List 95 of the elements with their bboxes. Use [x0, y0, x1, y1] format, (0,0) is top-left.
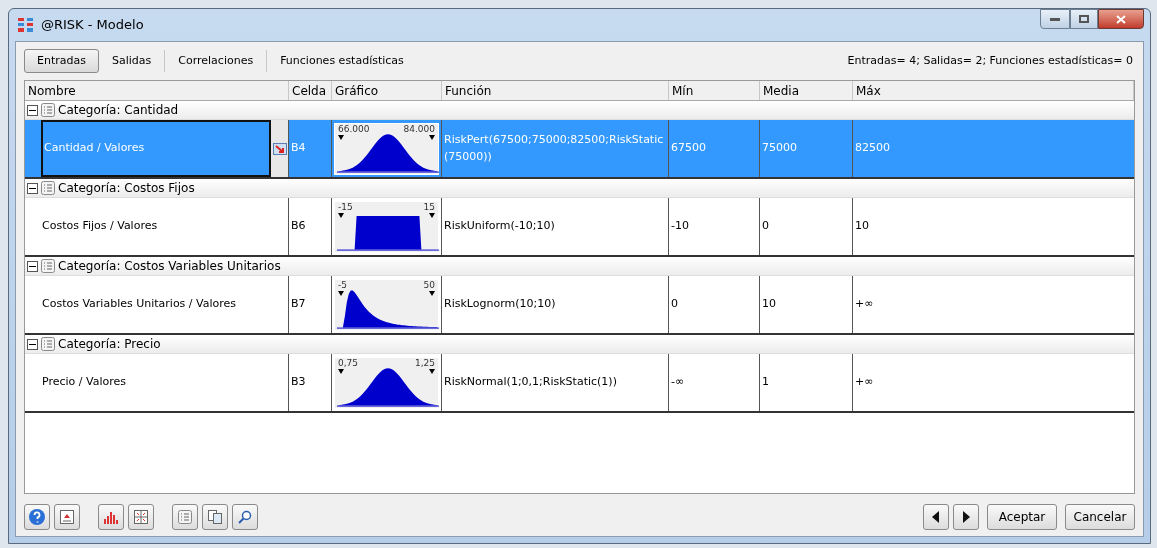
window-button[interactable] [54, 504, 80, 530]
left-triangle-icon [932, 511, 940, 523]
table-cell: RiskUniform(-10;10) [442, 198, 669, 255]
search-icon [238, 510, 252, 524]
dialog-button[interactable]: Aceptar [987, 504, 1057, 530]
category-label: Categoría: Costos Variables Unitarios [58, 258, 281, 275]
right-marker-icon[interactable] [429, 290, 435, 296]
right-marker-icon[interactable] [429, 368, 435, 374]
table-cell: 10 [760, 276, 853, 333]
column-header[interactable]: Gráfico [332, 81, 442, 100]
column-header[interactable]: Celda [289, 81, 332, 100]
table-cell-text: 82500 [854, 140, 891, 157]
column-header[interactable]: Máx [853, 81, 1134, 100]
maximize-button[interactable] [1070, 9, 1098, 29]
tab[interactable]: Entradas [24, 49, 99, 73]
table-cell: 67500 [669, 120, 760, 177]
column-header[interactable]: Función [442, 81, 669, 100]
table-cell-text: Costos Variables Unitarios / Valores [41, 296, 238, 313]
list-icon [41, 259, 55, 273]
search-button[interactable] [232, 504, 258, 530]
help-icon [28, 508, 46, 526]
table-cell-text: +∞ [854, 296, 875, 313]
previous-button[interactable] [923, 504, 949, 530]
tab[interactable]: Funciones estadísticas [267, 49, 417, 73]
table-cell-text: Precio / Valores [41, 374, 127, 391]
close-icon [1116, 14, 1126, 24]
table-cell: 1 [760, 354, 853, 411]
table-cell: 75000 [760, 120, 853, 177]
table-cell-text: 10 [854, 218, 870, 235]
collapse-toggle[interactable] [27, 338, 38, 350]
category-label: Categoría: Cantidad [58, 102, 179, 119]
right-triangle-icon [962, 511, 970, 523]
help-button[interactable] [24, 504, 50, 530]
range-max-label: 15 [423, 201, 435, 212]
tab[interactable]: Correlaciones [165, 49, 267, 73]
left-marker-icon[interactable] [338, 212, 344, 218]
list-icon [178, 510, 192, 524]
window-title: @RISK - Modelo [41, 16, 144, 35]
cell-link-icon[interactable] [272, 142, 287, 155]
list-icon [41, 181, 55, 195]
range-max-label: 50 [423, 279, 435, 290]
app-logo-icon [17, 16, 35, 34]
table-cell: B7 [289, 276, 332, 333]
table-cell: 0 [760, 198, 853, 255]
table-cell: Cantidad / Valores [41, 120, 271, 177]
model-summary: Entradas= 4; Salidas= 2; Funciones estadísticas= 0 [847, 52, 1134, 69]
range-min-label: -15 [338, 201, 353, 212]
dialog-button[interactable]: Cancelar [1065, 504, 1135, 530]
left-marker-icon[interactable] [338, 368, 344, 374]
table-cell: 0 [669, 276, 760, 333]
bar-chart-icon [103, 510, 119, 524]
left-marker-icon[interactable] [338, 290, 344, 296]
table-cell: RiskLognorm(10;10) [442, 276, 669, 333]
table-cell: -∞ [669, 354, 760, 411]
table-cell: B6 [289, 198, 332, 255]
table-row[interactable]: Precio / Valores B3 0,75 1,25 RiskNormal(1;0,1;RiskStatic(1)) -∞ 1 +∞ [25, 354, 1134, 413]
list-button[interactable] [172, 504, 198, 530]
category-label: Categoría: Costos Fijos [58, 180, 195, 197]
table-cell: -10 [669, 198, 760, 255]
list-icon [41, 337, 55, 351]
table-cell: B4 [289, 120, 332, 177]
table-cell: B3 [289, 354, 332, 411]
tab[interactable]: Salidas [98, 49, 165, 73]
minimize-button[interactable] [1040, 9, 1070, 29]
close-button[interactable] [1098, 9, 1144, 29]
list-icon [41, 103, 55, 117]
collapse-toggle[interactable] [27, 182, 38, 194]
window-icon [60, 510, 74, 524]
range-min-label: 0,75 [338, 357, 359, 368]
grid-button[interactable] [128, 504, 154, 530]
left-marker-icon[interactable] [338, 134, 344, 140]
column-header[interactable]: Media [760, 81, 853, 100]
histogram-button[interactable] [98, 504, 124, 530]
table-cell-text: +∞ [854, 374, 875, 391]
table-cell: RiskPert(67500;75000;82500;RiskStatic (75000)) [442, 120, 669, 177]
collapse-toggle[interactable] [27, 104, 38, 116]
table-cell-text: Costos Fijos / Valores [41, 218, 159, 235]
range-min-label: -5 [338, 279, 347, 290]
collapse-toggle[interactable] [27, 260, 38, 272]
category-label: Categoría: Precio [58, 336, 161, 353]
grid-icon [134, 510, 148, 524]
range-min-label: 66.000 [338, 123, 370, 134]
range-max-label: 84.000 [403, 123, 435, 134]
table-row[interactable]: Costos Fijos / Valores B6 -15 15 RiskUniform(-10;10) -10 0 10 [25, 198, 1134, 257]
right-marker-icon[interactable] [429, 212, 435, 218]
copy-icon [208, 510, 222, 524]
column-header[interactable]: Nombre [25, 81, 289, 100]
column-header[interactable]: Mín [669, 81, 760, 100]
table-cell: RiskNormal(1;0,1;RiskStatic(1)) [442, 354, 669, 411]
next-button[interactable] [953, 504, 979, 530]
table-row[interactable]: Cantidad / Valores B4 66.000 84.000 RiskPert(67500;75000;82500;RiskStatic (75000)) 67500 75000 82500 [25, 120, 1134, 179]
range-max-label: 1,25 [414, 357, 435, 368]
copy-button[interactable] [202, 504, 228, 530]
right-marker-icon[interactable] [429, 134, 435, 140]
table-row[interactable]: Costos Variables Unitarios / Valores B7 -5 50 RiskLognorm(10;10) 0 10 +∞ [25, 276, 1134, 335]
